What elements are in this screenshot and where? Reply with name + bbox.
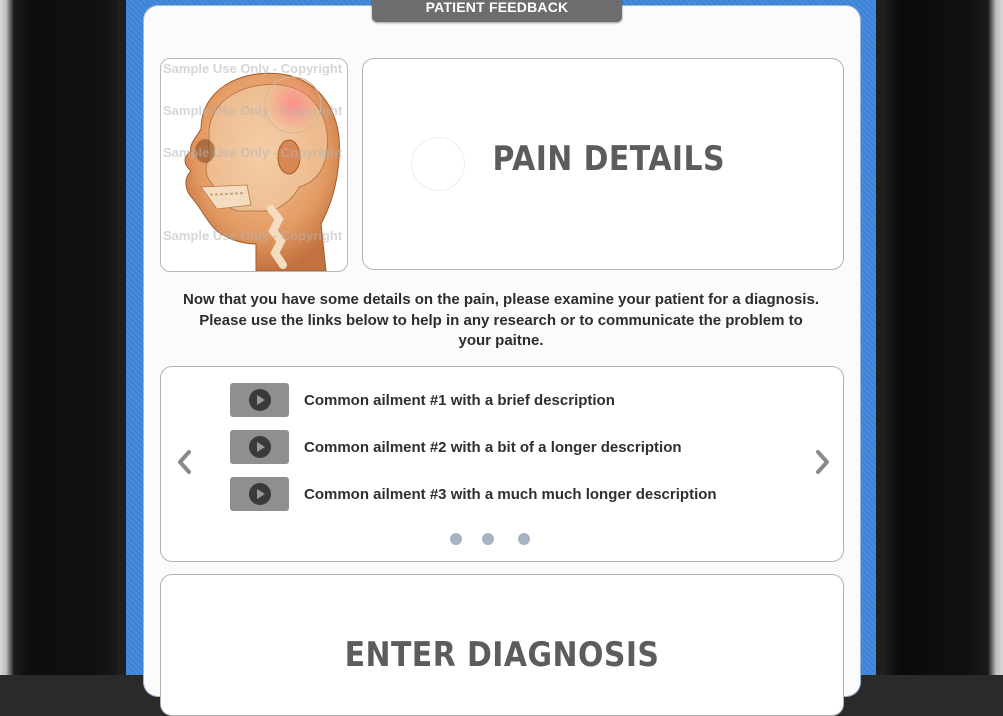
watermark-text: Sample Use Only - Copyright <box>163 61 343 76</box>
play-icon <box>248 389 271 411</box>
watermark-text: Sample Use Only - Copyright <box>163 228 343 243</box>
pain-details-card[interactable]: PAIN DETAILS <box>362 58 844 270</box>
ailment-item[interactable]: Common ailment #2 with a bit of a longer… <box>230 429 682 465</box>
page-title: PATIENT FEEDBACK <box>372 0 622 22</box>
pain-details-title: PAIN DETAILS <box>492 139 725 179</box>
instructions-line: Please use the links below to help in an… <box>199 311 803 329</box>
instructions-line: your paitne. <box>458 332 544 349</box>
play-button[interactable] <box>230 383 289 417</box>
play-icon <box>248 483 271 505</box>
ailment-link[interactable]: Common ailment #3 with a much much longe… <box>304 486 717 503</box>
chevron-left-icon <box>178 450 191 474</box>
instructions-text: Now that you have some details on the pa… <box>150 290 852 352</box>
pager-dot[interactable] <box>482 533 494 545</box>
instructions-line: Now that you have some details on the pa… <box>183 291 819 308</box>
ailment-link[interactable]: Common ailment #2 with a bit of a longer… <box>304 439 682 456</box>
enter-diagnosis-title: ENTER DIAGNOSIS <box>344 635 660 675</box>
head-anatomy-image[interactable]: Sample Use Only - Copyright Sample Use O… <box>160 58 348 272</box>
play-button[interactable] <box>230 430 289 464</box>
carousel-next-button[interactable] <box>811 445 835 479</box>
enter-diagnosis-card[interactable]: ENTER DIAGNOSIS <box>160 574 844 716</box>
ailment-item[interactable]: Common ailment #1 with a brief descripti… <box>230 382 615 418</box>
play-icon <box>248 436 271 458</box>
pager-dot[interactable] <box>518 533 530 545</box>
watermark-text: Sample Use Only - Copyright <box>163 103 343 118</box>
play-button[interactable] <box>230 477 289 511</box>
ailment-item[interactable]: Common ailment #3 with a much much longe… <box>230 476 717 512</box>
pager-dot[interactable] <box>450 533 462 545</box>
carousel-prev-button[interactable] <box>172 445 196 479</box>
watermark-text: Sample Use Only - Copyright <box>163 145 343 160</box>
ailment-carousel: Common ailment #1 with a brief descripti… <box>160 366 844 562</box>
carousel-pager <box>450 533 550 545</box>
ailment-link[interactable]: Common ailment #1 with a brief descripti… <box>304 392 615 409</box>
chevron-right-icon <box>816 450 829 474</box>
